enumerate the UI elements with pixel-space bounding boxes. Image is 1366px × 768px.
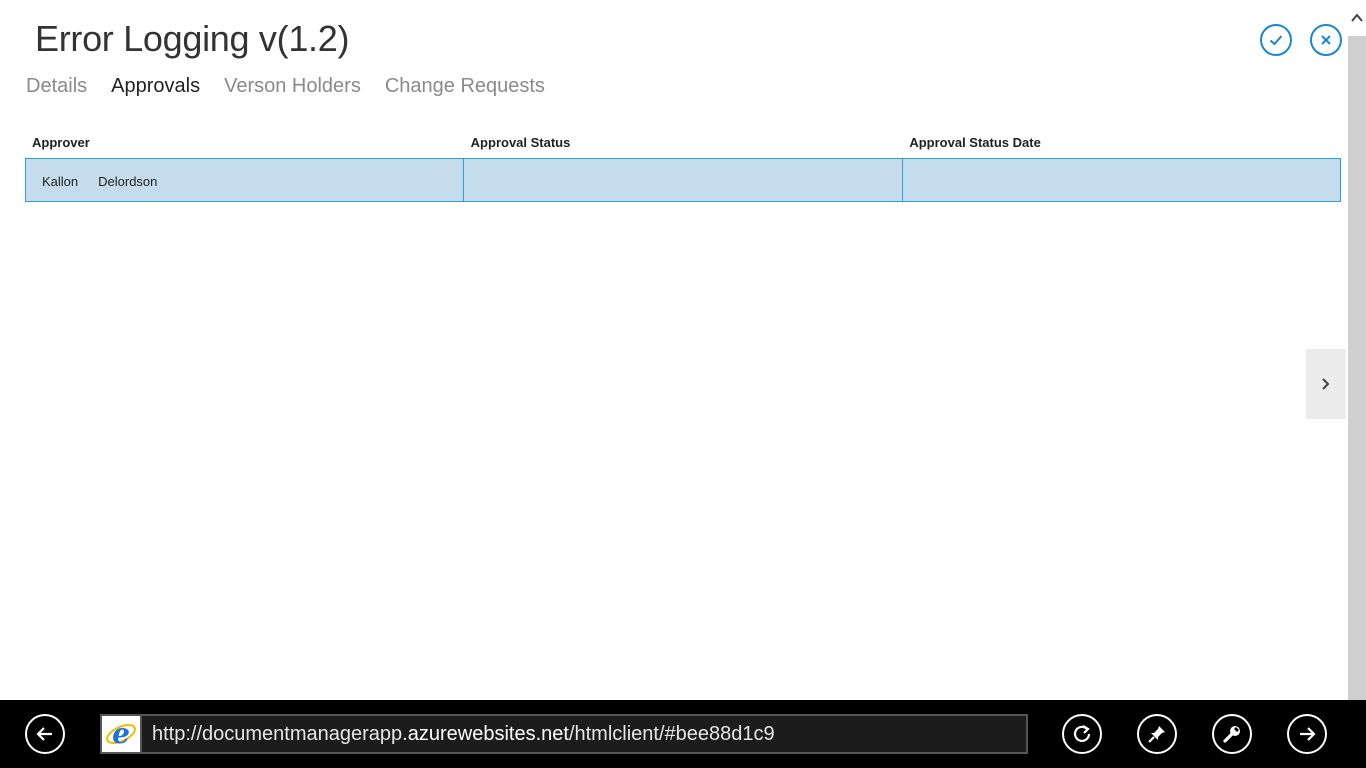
- table-header: Approver Approval Status Approval Status…: [25, 130, 1341, 158]
- back-icon: [36, 727, 52, 741]
- close-icon: [1321, 35, 1331, 45]
- back-button[interactable]: [25, 714, 65, 754]
- url-prefix: http://documentmanagerapp.: [152, 723, 408, 745]
- tab-bar: Details Approvals Verson Holders Change …: [26, 75, 545, 98]
- tab-verson-holders[interactable]: Verson Holders: [224, 75, 361, 98]
- app-canvas: Error Logging v(1.2) Details Approvals V…: [0, 0, 1348, 700]
- ie-logo-icon: e: [102, 716, 142, 752]
- column-header-approval-status[interactable]: Approval Status: [464, 130, 903, 158]
- pin-button[interactable]: [1137, 714, 1177, 754]
- tools-button[interactable]: [1212, 714, 1252, 754]
- table-row[interactable]: Kallon Delordson: [25, 158, 1341, 202]
- svg-text:e: e: [112, 718, 130, 750]
- checkmark-icon: [1269, 35, 1283, 46]
- chevron-right-icon: [1322, 378, 1330, 390]
- approval-status-cell: [464, 159, 903, 201]
- url-field[interactable]: http://documentmanagerapp.azurewebsites.…: [142, 716, 1026, 752]
- page-title: Error Logging v(1.2): [35, 18, 350, 59]
- chevron-up-icon: [1351, 13, 1363, 22]
- tools-icon: [1223, 726, 1240, 743]
- approver-cell: Kallon Delordson: [26, 159, 465, 201]
- tab-details[interactable]: Details: [26, 75, 87, 98]
- column-header-approver[interactable]: Approver: [25, 130, 464, 158]
- cancel-button[interactable]: [1310, 24, 1342, 56]
- tab-change-requests[interactable]: Change Requests: [385, 75, 545, 98]
- vertical-scrollbar[interactable]: [1348, 0, 1366, 700]
- approver-first-name: Kallon: [42, 174, 79, 189]
- refresh-button[interactable]: [1062, 714, 1102, 754]
- confirm-button[interactable]: [1260, 24, 1292, 56]
- approver-last-name: Delordson: [98, 174, 158, 189]
- scroll-up-button[interactable]: [1348, 0, 1366, 36]
- pin-icon: [1148, 726, 1165, 743]
- forward-button[interactable]: [1287, 714, 1327, 754]
- forward-icon: [1300, 727, 1316, 741]
- refresh-icon: [1073, 725, 1091, 742]
- next-page-button[interactable]: [1306, 349, 1346, 419]
- address-bar[interactable]: e http://documentmanagerapp.azurewebsite…: [100, 714, 1028, 754]
- tab-approvals[interactable]: Approvals: [111, 75, 200, 98]
- header-actions: [1260, 24, 1342, 56]
- browser-bar: e http://documentmanagerapp.azurewebsite…: [0, 700, 1366, 768]
- url-domain: azurewebsites.net: [407, 723, 569, 745]
- url-suffix: /htmlclient/#bee88d1c9: [568, 723, 775, 745]
- column-header-approval-status-date[interactable]: Approval Status Date: [902, 130, 1341, 158]
- approval-status-date-cell: [903, 159, 1340, 201]
- approvals-table: Approver Approval Status Approval Status…: [25, 130, 1341, 202]
